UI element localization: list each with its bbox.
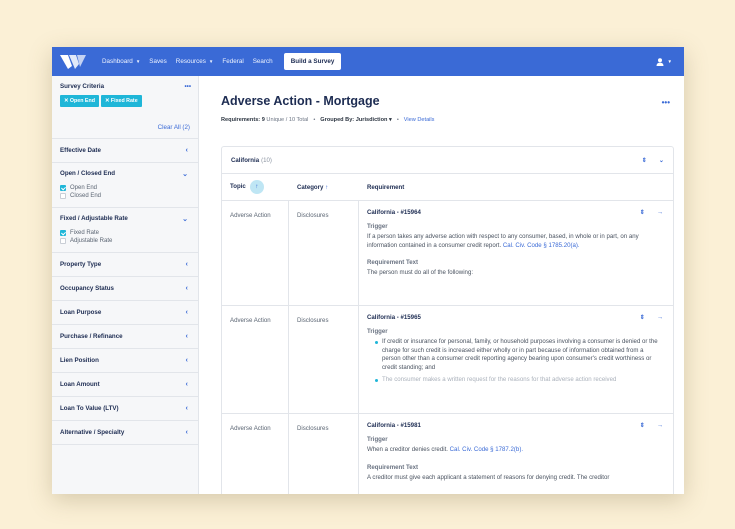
build-survey-button[interactable]: Build a Survey [283,53,342,70]
table-row: Adverse Action Disclosures California - … [222,201,673,306]
caret-down-icon: ▼ [135,59,141,64]
checkbox-adjustable-rate[interactable]: Adjustable Rate [60,238,188,244]
chevron-down-icon[interactable]: ⌄ [659,157,664,164]
checkbox-closed-end[interactable]: Closed End [60,193,188,199]
chip-fixed-rate[interactable]: ✕ Fixed Rate [100,95,142,107]
checkbox-open-end[interactable]: Open End [60,185,188,191]
criteria-title: Survey Criteria [60,83,105,90]
user-icon [656,57,664,66]
filter-fixed-adjustable-rate: Fixed / Adjustable Rate ⌄ Fixed Rate Adju… [52,208,198,253]
caret-down-icon: ▼ [667,59,672,64]
expand-collapse-icon[interactable]: ⇕ [642,157,647,164]
nav-saves[interactable]: Saves [149,58,167,65]
expand-icon[interactable]: ⇕ [640,209,645,216]
chevron-left-icon: ‹ [185,261,188,268]
filter-open-closed-end: Open / Closed End ⌄ Open End Closed End [52,163,198,208]
sidebar: Survey Criteria ••• ✕ Open End ✕ Fixed Ra… [52,76,199,494]
chevron-left-icon: ‹ [185,357,188,364]
chevron-left-icon: ‹ [185,333,188,340]
filter-occupancy-status[interactable]: Occupancy Status ‹ [52,277,198,301]
chevron-left-icon: ‹ [185,405,188,412]
column-category[interactable]: Category ↑ [289,184,359,191]
expand-icon[interactable]: ⇕ [640,314,645,321]
chevron-down-icon: ⌄ [182,216,188,223]
filter-property-type[interactable]: Property Type ‹ [52,253,198,277]
chevron-left-icon: ‹ [185,285,188,292]
filter-loan-purpose[interactable]: Loan Purpose ‹ [52,301,198,325]
chevron-left-icon: ‹ [185,309,188,316]
nav-federal[interactable]: Federal [222,58,243,65]
sort-arrow-up-icon[interactable]: ↑ [249,180,264,194]
table-row: Adverse Action Disclosures California - … [222,414,673,494]
filter-loan-amount[interactable]: Loan Amount ‹ [52,373,198,397]
page-title: Adverse Action - Mortgage [221,94,380,108]
chevron-left-icon: ‹ [185,429,188,436]
chevron-left-icon: ‹ [185,381,188,388]
group-header[interactable]: California (10) ⇕ ⌄ [222,147,673,174]
caret-down-icon: ▼ [208,59,214,64]
column-requirement[interactable]: Requirement [359,184,673,191]
expand-icon[interactable]: ⇕ [640,422,645,429]
table-row: Adverse Action Disclosures California - … [222,306,673,414]
checkbox-fixed-rate[interactable]: Fixed Rate [60,230,188,236]
chevron-down-icon: ⌄ [182,171,188,178]
requirement-title[interactable]: California - #15964 [367,209,421,216]
arrow-right-icon[interactable]: → [657,314,663,321]
logo-icon[interactable] [60,54,86,70]
more-icon[interactable]: ••• [662,98,670,107]
table-header: Topic ↑ Category ↑ Requirement [222,174,673,201]
survey-criteria: Survey Criteria ••• ✕ Open End ✕ Fixed Ra… [52,76,198,139]
filter-ltv[interactable]: Loan To Value (LTV) ‹ [52,397,198,421]
main-content: Adverse Action - Mortgage ••• Requiremen… [200,76,684,494]
citation-link[interactable]: Cal. Civ. Code § 1787.2(b). [450,446,523,453]
app-window: Dashboard ▼ Saves Resources ▼ Federal Sear… [52,47,684,494]
user-menu[interactable]: ▼ [656,57,672,66]
requirement-title[interactable]: California - #15965 [367,314,421,321]
filter-alternative-specialty[interactable]: Alternative / Specialty ‹ [52,421,198,445]
filter-effective-date[interactable]: Effective Date ‹ [52,139,198,163]
view-details-link[interactable]: View Details [404,117,435,123]
grouped-by-dropdown[interactable]: Jurisdiction ▾ [356,117,392,123]
top-nav: Dashboard ▼ Saves Resources ▼ Federal Sear… [52,47,684,76]
citation-link[interactable]: Cal. Civ. Code § 1785.20(a). [503,242,580,249]
clear-all-link[interactable]: Clear All (2) [158,124,190,131]
requirement-title[interactable]: California - #15981 [367,422,421,429]
filter-purchase-refinance[interactable]: Purchase / Refinance ‹ [52,325,198,349]
arrow-right-icon[interactable]: → [657,422,663,429]
chip-open-end[interactable]: ✕ Open End [60,95,99,107]
jurisdiction-group: California (10) ⇕ ⌄ Topic ↑ Category ↑ Requ… [221,146,674,494]
sort-arrow-up-icon[interactable]: ↑ [325,184,328,191]
filter-lien-position[interactable]: Lien Position ‹ [52,349,198,373]
arrow-right-icon[interactable]: → [657,209,663,216]
chevron-left-icon: ‹ [185,147,188,154]
column-topic[interactable]: Topic ↑ [222,180,289,194]
nav-search[interactable]: Search [253,58,273,65]
nav-resources[interactable]: Resources ▼ [176,58,214,65]
requirements-meta: Requirements: 9 Unique / 10 Total • Grou… [221,117,435,123]
more-icon[interactable]: ••• [185,83,192,90]
nav-dashboard[interactable]: Dashboard ▼ [102,58,140,65]
